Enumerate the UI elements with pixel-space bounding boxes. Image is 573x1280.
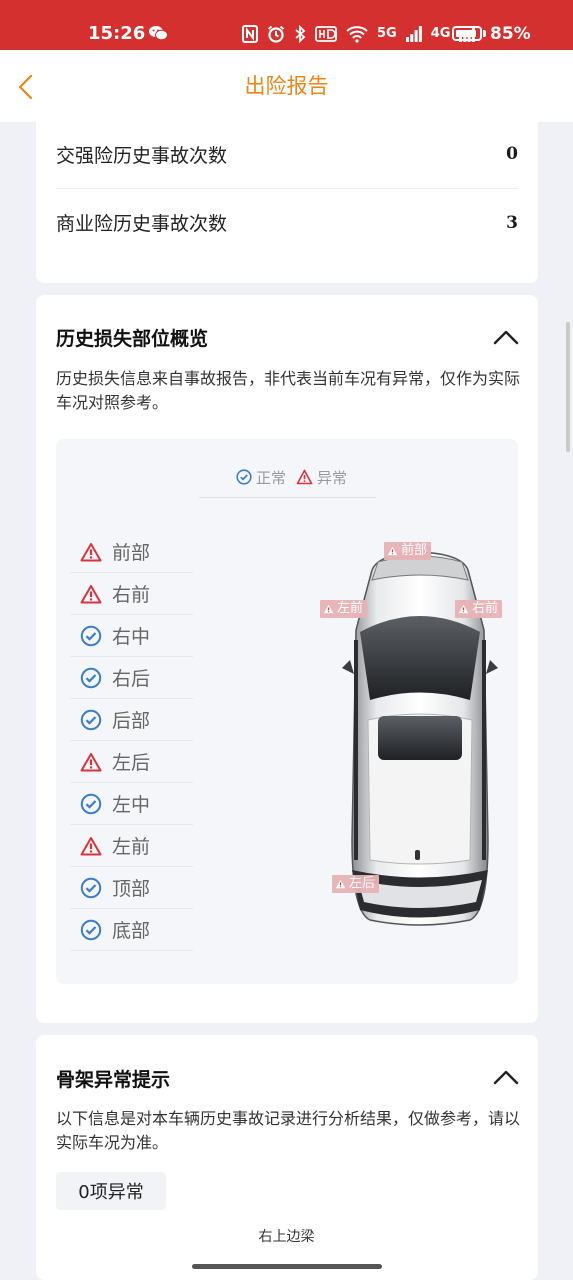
part-label: 右中 — [112, 626, 151, 648]
anomaly-count-badge: 0项异常 — [56, 1172, 166, 1210]
nfc-icon — [242, 25, 258, 43]
warning-triangle-icon — [387, 546, 398, 556]
signal-icon — [405, 26, 422, 42]
frame-anomaly-title: 骨架异常提示 — [56, 1069, 171, 1091]
warning-triangle-icon — [323, 604, 334, 614]
check-circle-icon — [80, 919, 102, 940]
part-label: 右前 — [112, 584, 151, 606]
warning-triangle-icon — [335, 879, 346, 889]
row-value: 0 — [506, 144, 518, 164]
warning-triangle-icon — [458, 604, 469, 614]
tag-label: 前部 — [401, 543, 428, 558]
alarm-icon — [267, 25, 285, 43]
warning-triangle-icon — [80, 836, 102, 855]
warning-triangle-icon — [80, 584, 102, 603]
tag-label: 左后 — [349, 876, 376, 891]
row-label: 交强险历史事故次数 — [56, 144, 228, 167]
check-circle-icon — [236, 469, 252, 485]
damage-overview-description: 历史损失信息来自事故报告，非代表当前车况有异常，仅作为实际车况对照参考。 — [56, 369, 521, 412]
collapse-chevron-icon[interactable] — [493, 329, 519, 345]
network-5g-label: 5G — [377, 26, 397, 41]
battery-percent: 85% — [490, 24, 531, 44]
home-indicator[interactable] — [192, 1264, 382, 1269]
part-item-left-middle: 左中 — [70, 783, 193, 825]
legend-divider — [199, 497, 376, 498]
check-circle-icon — [80, 625, 102, 646]
warning-triangle-icon — [296, 469, 313, 485]
row-label: 商业险历史事故次数 — [56, 213, 228, 235]
warning-triangle-icon — [80, 542, 102, 561]
commercial-accident-row: 商业险历史事故次数 3 — [56, 188, 518, 256]
battery-icon — [452, 26, 482, 41]
page-title: 出险报告 — [244, 74, 329, 98]
part-label: 左后 — [112, 752, 151, 774]
part-item-right-rear: 右后 — [70, 657, 193, 699]
bluetooth-icon — [295, 25, 306, 43]
part-item-rear: 后部 — [70, 699, 193, 741]
damage-overview-title: 历史损失部位概览 — [56, 328, 209, 350]
wifi-icon — [346, 26, 368, 43]
part-label: 顶部 — [112, 878, 151, 900]
frame-beam-label: 右上边梁 — [258, 1229, 315, 1245]
part-label: 左前 — [112, 836, 151, 858]
network-4g-label: 4G — [430, 26, 451, 41]
part-label: 左中 — [112, 794, 151, 816]
scrollbar[interactable] — [566, 322, 570, 452]
part-label: 底部 — [112, 920, 151, 942]
check-circle-icon — [80, 877, 102, 898]
hd-icon — [315, 26, 337, 42]
status-legend: 正常 异常 — [0, 467, 573, 487]
collapse-chevron-icon[interactable] — [493, 1069, 519, 1085]
part-item-right-front: 右前 — [70, 573, 193, 615]
part-item-right-middle: 右中 — [70, 615, 193, 657]
tag-label: 左前 — [337, 601, 364, 616]
part-label: 前部 — [112, 542, 151, 564]
row-value: 3 — [506, 212, 518, 233]
car-tag-left-front: 左前 — [320, 600, 368, 618]
damage-part-list: 前部 右前 右中 右后 后部 左后 左中 左前 顶部 底部 — [70, 531, 193, 951]
compulsory-accident-row: 交强险历史事故次数 0 — [56, 120, 518, 188]
car-tag-left-rear: 左后 — [332, 875, 380, 893]
check-circle-icon — [80, 709, 102, 730]
part-item-roof: 顶部 — [70, 867, 193, 909]
legend-normal: 正常 — [255, 468, 286, 487]
warning-triangle-icon — [80, 752, 102, 771]
legend-abnormal: 异常 — [317, 468, 348, 487]
status-icons: 5G 4G — [242, 24, 476, 44]
part-item-left-front: 左前 — [70, 825, 193, 867]
part-label: 右后 — [112, 668, 151, 690]
check-circle-icon — [80, 667, 102, 688]
part-label: 后部 — [112, 710, 151, 732]
car-tag-front: 前部 — [384, 542, 432, 560]
check-circle-icon — [80, 793, 102, 814]
part-item-bottom: 底部 — [70, 909, 193, 951]
tag-label: 右前 — [472, 601, 499, 616]
frame-anomaly-description: 以下信息是对本车辆历史事故记录进行分析结果，仅做参考，请以实际车况为准。 — [56, 1109, 521, 1152]
status-bar: 15:26 5G 4G 85% — [0, 0, 573, 50]
part-item-left-rear: 左后 — [70, 741, 193, 783]
part-item-front: 前部 — [70, 531, 193, 573]
status-time: 15:26 — [88, 23, 146, 44]
car-tag-right-front: 右前 — [455, 600, 503, 618]
wechat-icon — [149, 26, 168, 41]
